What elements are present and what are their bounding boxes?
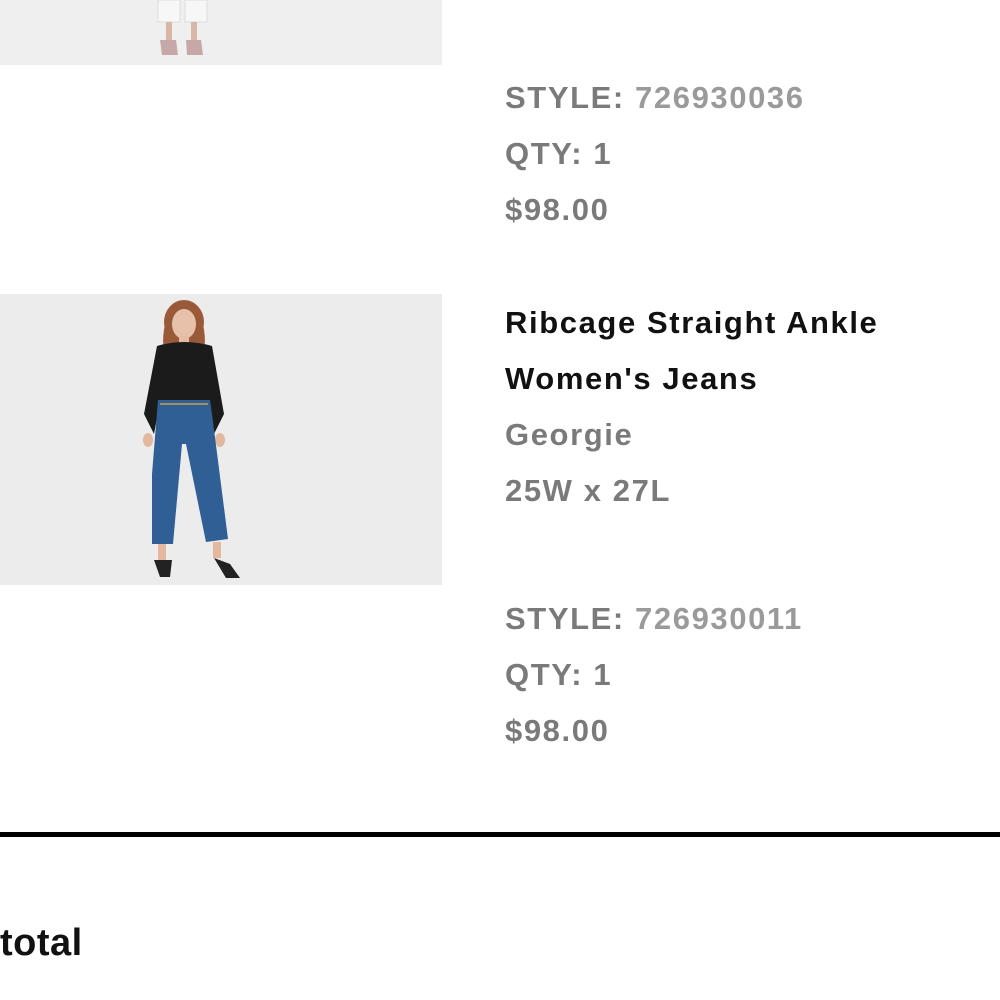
item-1-style: STYLE: 726930036 (505, 82, 805, 113)
product-image-2[interactable] (0, 294, 442, 585)
item-2-size: 25W x 27L (505, 473, 672, 508)
item-2-style-value: 726930011 (635, 601, 803, 636)
product-image-1[interactable] (0, 0, 442, 65)
item-2-price: $98.00 (505, 713, 610, 748)
product-photo-feet (0, 0, 442, 65)
item-2-style-label: STYLE: (505, 601, 625, 636)
item-1-style-label: STYLE: (505, 80, 625, 115)
subtotal-label: total (0, 922, 83, 964)
item-2-style: STYLE: 726930011 (505, 603, 803, 634)
item-1-qty: QTY: 1 (505, 136, 613, 171)
item-2-name-line1[interactable]: Ribcage Straight Ankle (505, 307, 878, 338)
item-1-price: $98.00 (505, 192, 610, 227)
order-summary-page: STYLE: 726930036 QTY: 1 $98.00 Ribcage S… (0, 0, 1000, 1000)
item-1-style-value: 726930036 (635, 80, 805, 115)
product-photo-jeans (0, 294, 442, 585)
summary-divider (0, 832, 1000, 837)
item-2-name-line2[interactable]: Women's Jeans (505, 363, 758, 394)
item-2-color: Georgie (505, 417, 634, 452)
item-2-qty: QTY: 1 (505, 657, 613, 692)
